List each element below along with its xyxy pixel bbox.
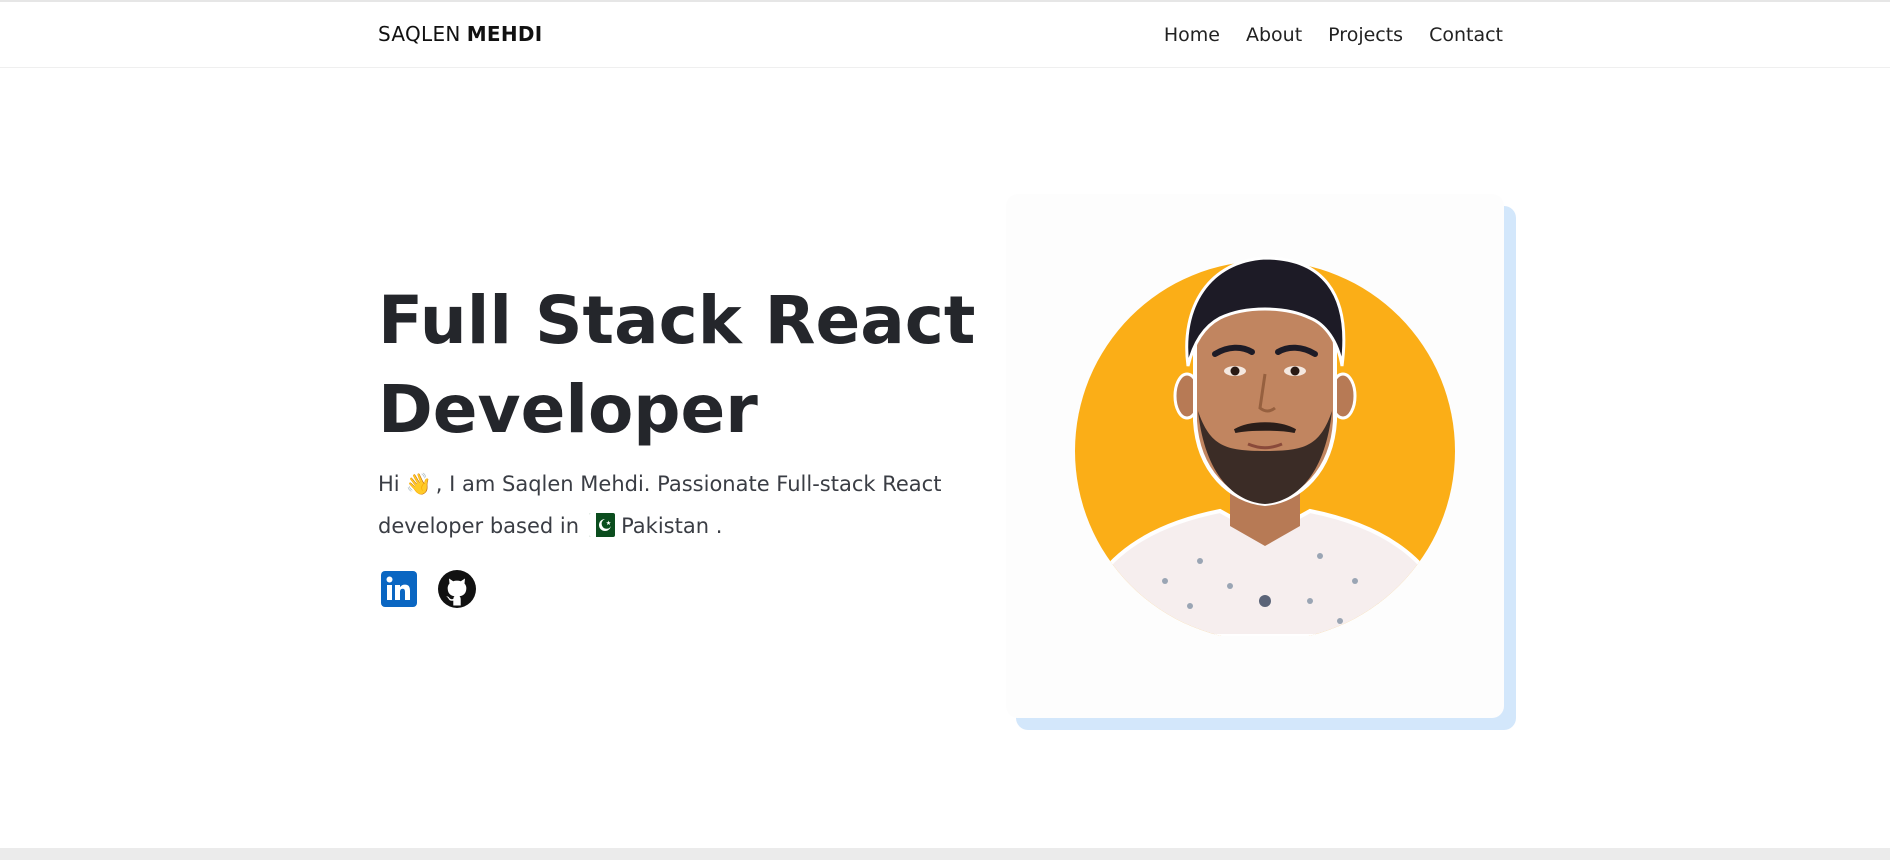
linkedin-icon xyxy=(381,571,417,607)
nav-about[interactable]: About xyxy=(1246,24,1302,46)
intro-country: Pakistan xyxy=(621,514,709,538)
brand-last-name: MEHDI xyxy=(466,22,543,46)
pakistan-flag-icon xyxy=(589,513,616,537)
linkedin-link[interactable] xyxy=(378,568,420,610)
site-header: SAQLEN MEHDI Home About Projects Contact xyxy=(0,2,1890,68)
intro-greeting: Hi xyxy=(378,472,400,496)
brand-first-name: SAQLEN xyxy=(378,22,461,46)
github-icon xyxy=(438,570,476,608)
nav-projects[interactable]: Projects xyxy=(1328,24,1403,46)
hero-title: Full Stack React Developer xyxy=(378,276,978,454)
social-links xyxy=(378,568,478,610)
github-link[interactable] xyxy=(436,568,478,610)
profile-photo xyxy=(1075,256,1455,636)
nav-contact[interactable]: Contact xyxy=(1429,24,1503,46)
footer-divider xyxy=(0,848,1890,860)
brand-logo[interactable]: SAQLEN MEHDI xyxy=(378,22,543,46)
hero-title-line1: Full Stack React xyxy=(378,282,976,359)
hero-intro: Hi 👋, I am Saqlen Mehdi. Passionate Full-… xyxy=(378,463,978,547)
intro-end: . xyxy=(715,514,723,538)
main-nav: Home About Projects Contact xyxy=(1164,24,1503,46)
hero-title-line2: Developer xyxy=(378,371,758,448)
waving-hand-icon: 👋 xyxy=(405,472,432,496)
nav-home[interactable]: Home xyxy=(1164,24,1220,46)
